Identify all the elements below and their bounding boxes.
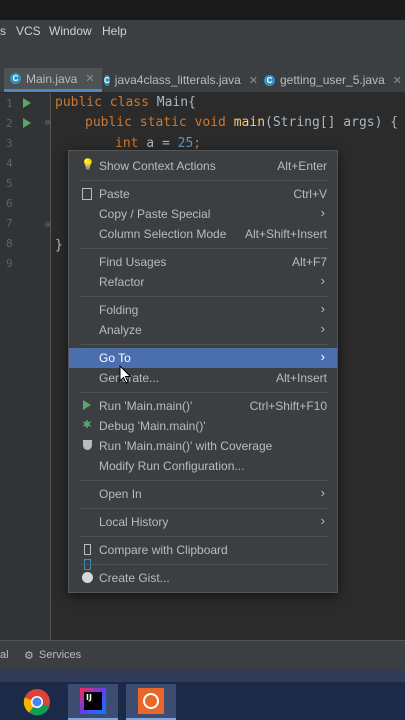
line-number: 9 [6, 257, 13, 270]
line-number: 2 [6, 117, 13, 130]
menu-separator [81, 392, 329, 393]
menu-item-open-in[interactable]: Open In › [69, 484, 337, 504]
chevron-right-icon: › [320, 485, 325, 500]
tab-label: getting_user_5.java [280, 73, 385, 87]
java-class-icon: C [10, 73, 21, 84]
menu-item-partial[interactable]: s [0, 24, 6, 38]
recorder-taskbar-button[interactable] [126, 684, 176, 720]
chevron-right-icon: › [320, 301, 325, 316]
menu-item-generate[interactable]: Generate... Alt+Insert [69, 368, 337, 388]
tab-label: java4class_litterals.java [114, 73, 241, 87]
window-title-bar [0, 0, 405, 20]
compare-icon [81, 543, 93, 570]
tool-window-bar: al ⚙ Services [0, 640, 405, 671]
menu-item-window[interactable]: Window [49, 24, 92, 38]
intellij-taskbar-button[interactable]: IJ [68, 684, 118, 720]
shield-icon [81, 439, 93, 452]
menu-item-copy-paste-special[interactable]: Copy / Paste Special › [69, 204, 337, 224]
menu-item-folding[interactable]: Folding › [69, 300, 337, 320]
bug-icon: ✱ [82, 419, 92, 431]
menu-item-column-selection[interactable]: Column Selection Mode Alt+Shift+Insert [69, 224, 337, 244]
code-line-3: int a = 25; [115, 136, 202, 151]
menu-item-paste[interactable]: Paste Ctrl+V [69, 184, 337, 204]
menu-item-run-main[interactable]: Run 'Main.main()' Ctrl+Shift+F10 [69, 396, 337, 416]
taskbar-strip [0, 670, 405, 682]
clipboard-icon [81, 187, 93, 200]
menu-item-vcs[interactable]: VCS [16, 24, 41, 38]
close-icon[interactable]: ✕ [249, 74, 258, 87]
toolbar [0, 42, 405, 69]
github-icon [81, 571, 93, 584]
menu-item-refactor[interactable]: Refactor › [69, 272, 337, 292]
menu-separator [81, 180, 329, 181]
close-icon[interactable]: ✕ [85, 72, 94, 85]
fold-marker-icon[interactable]: ⊖ [45, 220, 50, 230]
menu-item-show-context-actions[interactable]: 💡 Show Context Actions Alt+Enter [69, 156, 337, 176]
close-icon[interactable]: ✕ [393, 74, 402, 87]
os-taskbar: IJ [0, 682, 405, 720]
chevron-right-icon: › [320, 205, 325, 220]
menu-item-compare-clipboard[interactable]: Compare with Clipboard [69, 540, 337, 570]
menu-separator [81, 564, 329, 565]
bulb-icon: 💡 [81, 159, 95, 171]
tab-main-java[interactable]: C Main.java ✕ [4, 68, 102, 92]
code-line-1: public class Main{ [55, 95, 196, 110]
code-line-2: public static void main(String[] args) { [85, 115, 399, 130]
chrome-taskbar-button[interactable] [12, 684, 62, 720]
run-gutter-icon[interactable] [23, 118, 31, 128]
line-number: 1 [6, 97, 13, 110]
menu-separator [81, 344, 329, 345]
menu-item-find-usages[interactable]: Find Usages Alt+F7 [69, 252, 337, 272]
chevron-right-icon: › [320, 349, 325, 364]
tab-label: Main.java [26, 71, 78, 86]
line-number: 7 [6, 217, 13, 230]
java-class-icon: C [104, 74, 110, 86]
tab-getting-user[interactable]: C getting_user_5.java ✕ [264, 68, 405, 92]
menu-separator [81, 296, 329, 297]
menu-item-run-with-coverage[interactable]: Run 'Main.main()' with Coverage [69, 436, 337, 456]
menu-item-local-history[interactable]: Local History › [69, 512, 337, 532]
menu-item-go-to[interactable]: Go To › [69, 348, 337, 368]
line-number: 3 [6, 137, 13, 150]
services-tab[interactable]: Services [39, 649, 81, 661]
menu-bar: s VCS Window Help [0, 20, 405, 42]
chevron-right-icon: › [320, 273, 325, 288]
menu-separator [81, 480, 329, 481]
context-menu: 💡 Show Context Actions Alt+Enter Paste C… [68, 150, 338, 593]
recorder-icon [138, 688, 164, 714]
menu-item-modify-run-config[interactable]: Modify Run Configuration... [69, 456, 337, 476]
menu-item-debug-main[interactable]: ✱ Debug 'Main.main()' [69, 416, 337, 436]
run-gutter-icon[interactable] [23, 98, 31, 108]
menu-separator [81, 248, 329, 249]
line-number: 4 [6, 157, 13, 170]
java-class-icon: C [264, 74, 275, 86]
code-line-8: } [55, 238, 63, 253]
intellij-icon: IJ [80, 688, 106, 714]
line-number: 5 [6, 177, 13, 190]
run-icon [81, 399, 93, 412]
tab-java4class[interactable]: C java4class_litterals.java ✕ [104, 68, 258, 92]
menu-separator [81, 508, 329, 509]
chrome-icon [23, 689, 50, 716]
tool-tab-partial[interactable]: al [0, 649, 9, 661]
menu-separator [81, 536, 329, 537]
menu-item-create-gist[interactable]: Create Gist... [69, 568, 337, 588]
chevron-right-icon: › [320, 321, 325, 336]
mouse-cursor-icon [119, 365, 132, 384]
line-number: 8 [6, 237, 13, 250]
line-number: 6 [6, 197, 13, 210]
line-gutter: 1 2 3 4 5 6 7 8 9 ⊖ ⊖ [0, 93, 51, 640]
menu-item-analyze[interactable]: Analyze › [69, 320, 337, 340]
fold-marker-icon[interactable]: ⊖ [45, 118, 50, 128]
services-icon: ⚙ [24, 650, 34, 662]
chevron-right-icon: › [320, 513, 325, 528]
menu-item-help[interactable]: Help [102, 24, 127, 38]
editor-tabs: C Main.java ✕ C java4class_litterals.jav… [0, 68, 405, 93]
